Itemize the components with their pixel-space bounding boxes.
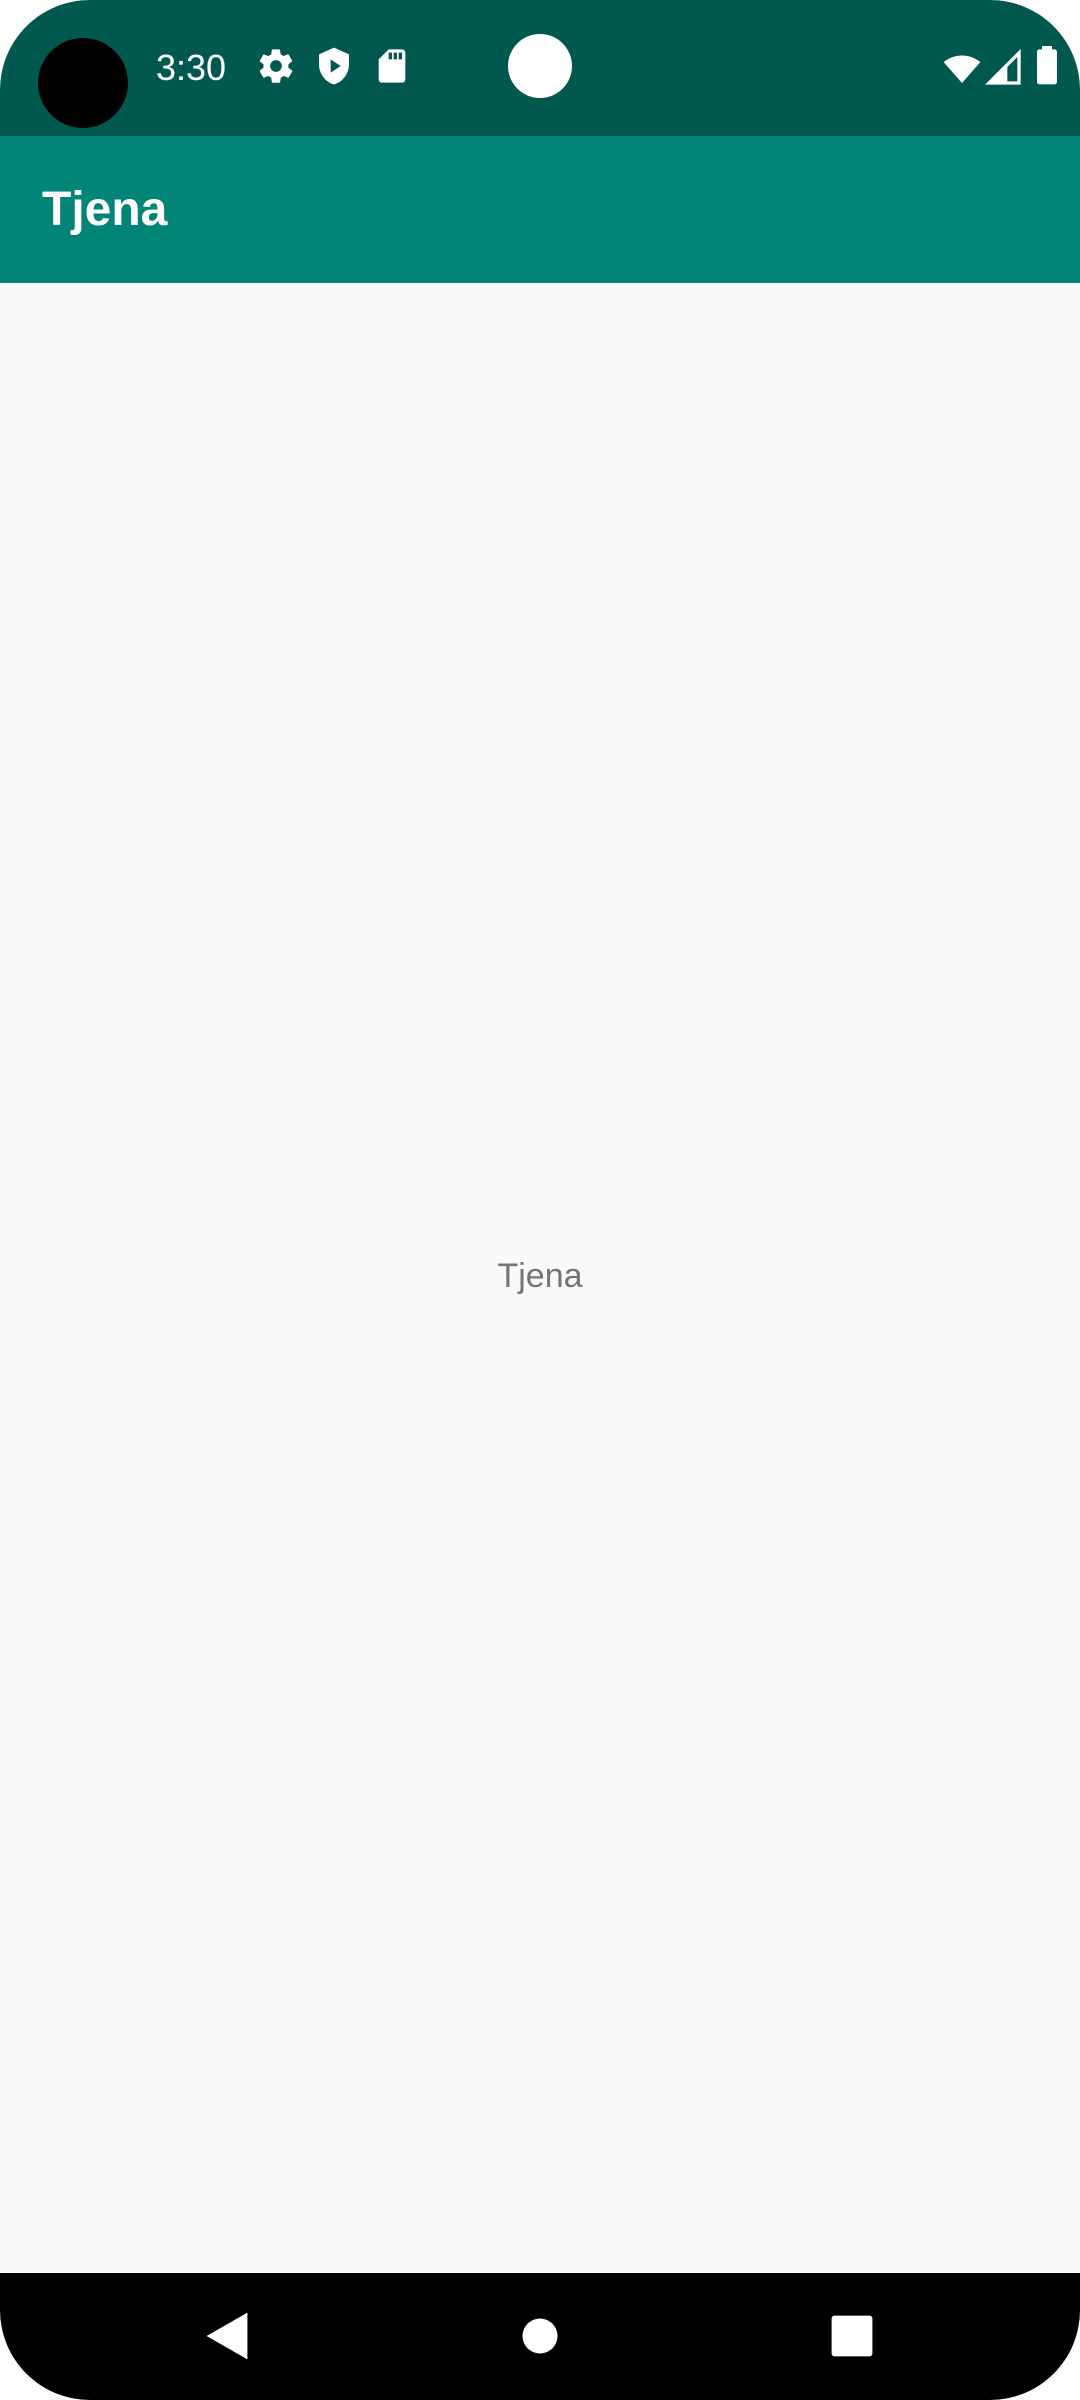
wifi-icon — [942, 48, 982, 88]
center-text: Tjena — [497, 1257, 583, 1295]
camera-cutout — [38, 38, 128, 128]
camera-dot — [508, 34, 572, 98]
app-bar: Tjena — [0, 136, 1080, 283]
device-screen: 3:30 Tjena Tjena — [0, 0, 1080, 2400]
sd-card-icon — [372, 46, 412, 86]
play-shield-icon — [314, 46, 354, 86]
main-content: Tjena — [0, 283, 1080, 2273]
recents-icon[interactable] — [817, 2301, 887, 2371]
gear-icon — [256, 46, 296, 86]
app-title: Tjena — [42, 183, 168, 236]
status-bar: 3:30 — [0, 0, 1080, 136]
home-icon[interactable] — [505, 2301, 575, 2371]
back-icon[interactable] — [192, 2301, 262, 2371]
navigation-bar — [0, 2273, 1080, 2400]
status-time: 3:30 — [156, 47, 227, 88]
battery-icon — [1030, 46, 1064, 86]
cellular-signal-icon — [984, 48, 1024, 88]
